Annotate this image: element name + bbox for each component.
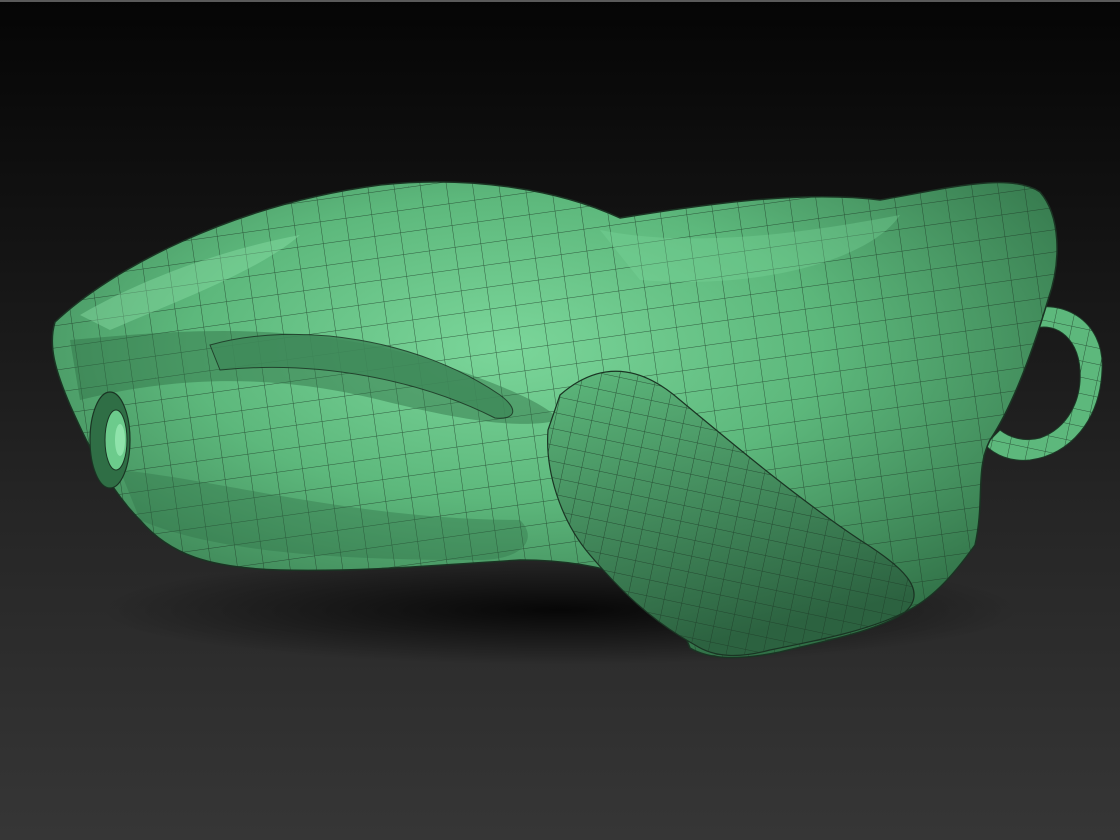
3d-viewport[interactable] [0,0,1120,840]
sculpt-mesh-render[interactable] [0,0,1120,840]
mesh-nostril-opening[interactable] [89,391,131,489]
